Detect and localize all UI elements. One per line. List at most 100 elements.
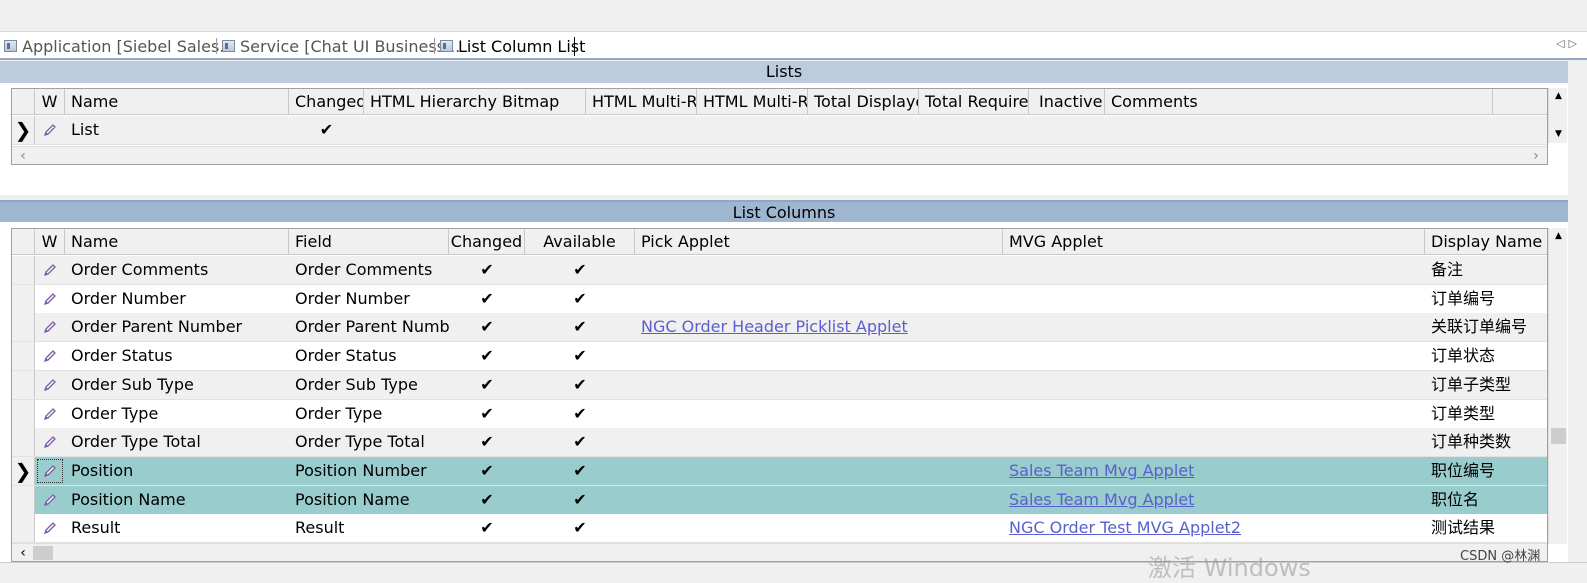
- col-header-html-multi-row-1[interactable]: HTML Multi-R: [586, 89, 697, 115]
- cell-pick-applet-link[interactable]: [635, 514, 1003, 542]
- scroll-thumb[interactable]: [1551, 428, 1566, 444]
- cell-field[interactable]: Order Number: [289, 285, 449, 313]
- cell-field[interactable]: Order Sub Type: [289, 371, 449, 399]
- cell-mvg-applet-link[interactable]: NGC Order Test MVG Applet2: [1003, 514, 1425, 542]
- row-selector[interactable]: [12, 342, 35, 371]
- cell-available-check[interactable]: ✔: [525, 457, 635, 485]
- col-header-display-name[interactable]: Display Name -: [1425, 229, 1547, 255]
- table-row[interactable]: Order Status Order Status ✔ ✔ 订单状态: [12, 342, 1547, 372]
- cell-display-name[interactable]: 关联订单编号: [1425, 313, 1547, 341]
- tab-service[interactable]: Service [Chat UI Business...: [222, 35, 460, 57]
- table-row[interactable]: ❯ Position Position Number ✔ ✔ Sales Team Mvg…: [12, 456, 1547, 486]
- cell-display-name[interactable]: 订单状态: [1425, 342, 1547, 370]
- cell-name[interactable]: Order Status: [65, 342, 289, 370]
- cell-changed-check[interactable]: ✔: [449, 371, 525, 399]
- cell-display-name[interactable]: 职位名: [1425, 486, 1547, 514]
- cell-field[interactable]: Result: [289, 514, 449, 542]
- cell-field[interactable]: Order Parent Numbe: [289, 313, 449, 341]
- scroll-right-icon[interactable]: ›: [1527, 147, 1545, 164]
- lists-vertical-scrollbar[interactable]: ▲ ▼: [1548, 88, 1567, 143]
- cell-field[interactable]: Position Name: [289, 486, 449, 514]
- row-selector[interactable]: [12, 370, 35, 399]
- row-selector[interactable]: [12, 284, 35, 313]
- cell-changed-check[interactable]: ✔: [449, 313, 525, 341]
- table-row[interactable]: Result Result ✔ ✔ NGC Order Test MVG Applet2…: [12, 514, 1547, 544]
- cell-name[interactable]: Order Sub Type: [65, 371, 289, 399]
- cell-mvg-applet-link[interactable]: [1003, 285, 1425, 313]
- cell-name[interactable]: List: [65, 116, 289, 144]
- cell-mvg-applet-link[interactable]: [1003, 342, 1425, 370]
- row-selector[interactable]: [12, 399, 35, 428]
- row-selector[interactable]: [12, 485, 35, 514]
- col-header-w[interactable]: W: [35, 229, 65, 255]
- tab-scroll-arrows[interactable]: ◁▷: [1556, 37, 1581, 50]
- cell-available-check[interactable]: ✔: [525, 313, 635, 341]
- scroll-down-icon[interactable]: ▼: [1549, 126, 1568, 143]
- cell-changed-check[interactable]: ✔: [449, 514, 525, 542]
- cell-display-name[interactable]: 订单种类数: [1425, 428, 1547, 456]
- col-header-w[interactable]: W: [35, 89, 65, 115]
- row-selector[interactable]: [12, 428, 35, 457]
- current-row-chevron-icon[interactable]: ❯: [12, 456, 35, 485]
- cell-display-name[interactable]: 订单编号: [1425, 285, 1547, 313]
- col-header-html-hierarchy-bitmap[interactable]: HTML Hierarchy Bitmap: [364, 89, 586, 115]
- table-row[interactable]: Position Name Position Name ✔ ✔ Sales Team M…: [12, 485, 1547, 515]
- cell-field[interactable]: Order Type: [289, 400, 449, 428]
- table-row[interactable]: Order Parent Number Order Parent Numbe ✔ ✔ N…: [12, 313, 1547, 343]
- cell-available-check[interactable]: ✔: [525, 371, 635, 399]
- cell-changed-check[interactable]: ✔: [449, 400, 525, 428]
- cell-name[interactable]: Order Comments: [65, 256, 289, 284]
- tab-application[interactable]: Application [Siebel Sales...: [4, 35, 235, 57]
- cell-available-check[interactable]: ✔: [525, 285, 635, 313]
- scroll-up-icon[interactable]: ▲: [1549, 228, 1568, 245]
- cell-mvg-applet-link[interactable]: [1003, 400, 1425, 428]
- cell-changed-check[interactable]: ✔: [449, 285, 525, 313]
- cell-pick-applet-link[interactable]: [635, 342, 1003, 370]
- tab-list-column-list[interactable]: List Column List: [440, 35, 585, 57]
- table-row[interactable]: Order Comments Order Comments ✔ ✔ 备注: [12, 256, 1547, 285]
- col-header-mvg-applet[interactable]: MVG Applet: [1003, 229, 1425, 255]
- col-header-available[interactable]: Available: [525, 229, 635, 255]
- cell-pick-applet-link[interactable]: [635, 371, 1003, 399]
- table-row[interactable]: Order Number Order Number ✔ ✔ 订单编号: [12, 284, 1547, 314]
- cell-pick-applet-link[interactable]: [635, 428, 1003, 456]
- cell-changed-check[interactable]: ✔: [449, 457, 525, 485]
- cell-name[interactable]: Order Type: [65, 400, 289, 428]
- row-selector[interactable]: [12, 313, 35, 342]
- table-row[interactable]: Order Type Total Order Type Total ✔ ✔ 订单种类数: [12, 428, 1547, 458]
- cell-name[interactable]: Result: [65, 514, 289, 542]
- cell-pick-applet-link[interactable]: [635, 285, 1003, 313]
- cell-available-check[interactable]: ✔: [525, 514, 635, 542]
- cell-available-check[interactable]: ✔: [525, 486, 635, 514]
- cell-name[interactable]: Position Name: [65, 486, 289, 514]
- lists-horizontal-scrollbar[interactable]: ‹ ›: [12, 146, 1547, 164]
- cell-pick-applet-link[interactable]: [635, 457, 1003, 485]
- cell-available-check[interactable]: ✔: [525, 400, 635, 428]
- scroll-left-icon[interactable]: ‹: [14, 544, 32, 561]
- col-header-changed[interactable]: Changed: [449, 229, 525, 255]
- cell-pick-applet-link[interactable]: NGC Order Header Picklist Applet: [635, 313, 1003, 341]
- cell-mvg-applet-link[interactable]: Sales Team Mvg Applet: [1003, 457, 1425, 485]
- cell-available-check[interactable]: ✔: [525, 428, 635, 456]
- row-selector[interactable]: [12, 514, 35, 543]
- cell-changed-check[interactable]: ✔: [449, 256, 525, 284]
- cell-display-name[interactable]: 订单类型: [1425, 400, 1547, 428]
- cell-mvg-applet-link[interactable]: [1003, 256, 1425, 284]
- cell-mvg-applet-link[interactable]: Sales Team Mvg Applet: [1003, 486, 1425, 514]
- cell-changed-check[interactable]: ✔: [289, 116, 364, 144]
- cell-display-name[interactable]: 职位编号: [1425, 457, 1547, 485]
- cell-display-name[interactable]: 备注: [1425, 256, 1547, 284]
- cell-field[interactable]: Position Number: [289, 457, 449, 485]
- col-header-total-required[interactable]: Total Require: [919, 89, 1029, 115]
- cell-available-check[interactable]: ✔: [525, 342, 635, 370]
- col-header-name[interactable]: Name: [65, 89, 289, 115]
- cell-pick-applet-link[interactable]: [635, 400, 1003, 428]
- cell-field[interactable]: Order Comments: [289, 256, 449, 284]
- cell-mvg-applet-link[interactable]: [1003, 371, 1425, 399]
- cell-name[interactable]: Order Parent Number: [65, 313, 289, 341]
- table-row[interactable]: Order Type Order Type ✔ ✔ 订单类型: [12, 399, 1547, 429]
- cell-mvg-applet-link[interactable]: [1003, 313, 1425, 341]
- cell-changed-check[interactable]: ✔: [449, 486, 525, 514]
- cell-display-name[interactable]: 测试结果: [1425, 514, 1547, 542]
- col-header-comments[interactable]: Comments: [1105, 89, 1493, 115]
